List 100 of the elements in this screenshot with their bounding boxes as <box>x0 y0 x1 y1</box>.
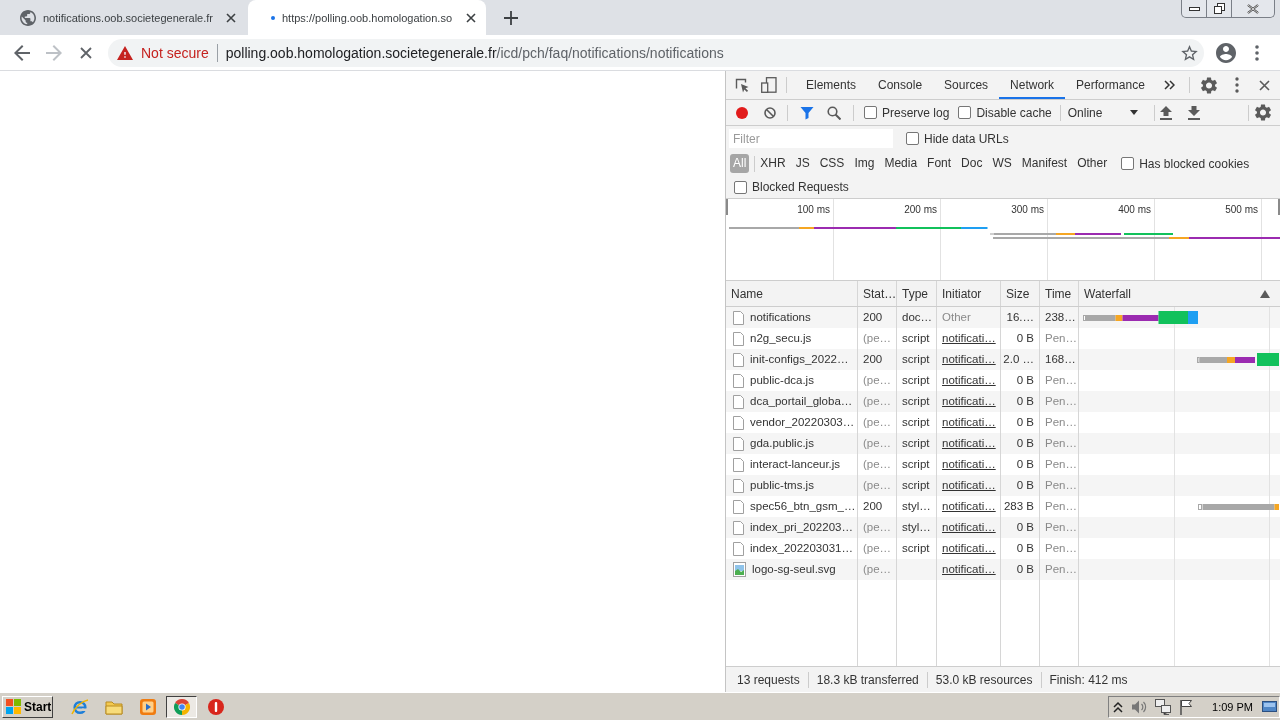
request-row[interactable]: public-tms.js (pe… script notificati… 0 B Pen… <box>726 475 1280 496</box>
address-bar[interactable]: Not secure polling.oob.homologation.societegenerale.fr/icd/pch/faq/notifications/notifications <box>108 38 1204 67</box>
clock-text[interactable]: 1:09 PM <box>1212 700 1253 713</box>
security-label[interactable]: Not secure <box>141 44 209 61</box>
column-header[interactable]: Initiator <box>937 281 1001 306</box>
network-icon[interactable] <box>1155 698 1172 715</box>
file-name: index_202203031… <box>750 541 853 556</box>
download-icon[interactable] <box>1187 105 1200 120</box>
type-filter-button[interactable]: Media <box>879 154 923 173</box>
profile-avatar-icon[interactable] <box>1216 42 1236 63</box>
file-name: public-tms.js <box>750 478 814 493</box>
show-desktop-icon[interactable] <box>1262 701 1277 712</box>
type-filter-button[interactable]: Manifest <box>1016 154 1073 173</box>
settings-icon[interactable] <box>1255 104 1271 121</box>
sort-arrow-icon[interactable] <box>1260 290 1270 298</box>
request-row[interactable]: gda.public.js (pe… script notificati… 0 B Pen… <box>726 433 1280 454</box>
inspect-element-icon[interactable] <box>734 77 750 93</box>
status-text: 18.3 kB transferred <box>816 672 919 687</box>
checkbox-label[interactable]: Hide data URLs <box>924 131 1009 146</box>
filter-input[interactable]: Filter <box>729 129 893 148</box>
type-filter-button[interactable]: Other <box>1072 154 1113 173</box>
type-filter-button[interactable]: XHR <box>755 154 791 173</box>
file-name: init-configs_2022… <box>750 352 849 367</box>
status-text: Finish: 412 ms <box>1049 672 1128 687</box>
settings-icon[interactable] <box>1201 76 1217 94</box>
image-file-icon <box>733 562 746 577</box>
file-name: notifications <box>750 310 811 325</box>
star-icon[interactable] <box>1181 44 1198 61</box>
file-icon <box>733 394 744 409</box>
back-arrow-icon[interactable] <box>14 44 30 61</box>
menu-icon[interactable] <box>1255 44 1259 61</box>
range-handle[interactable] <box>726 199 728 215</box>
close-icon[interactable] <box>226 12 236 23</box>
close-icon[interactable] <box>1259 79 1270 91</box>
checkbox[interactable] <box>734 180 747 194</box>
panel-tab[interactable]: Elements <box>795 71 868 99</box>
column-header[interactable]: Type <box>897 281 937 306</box>
devices-icon[interactable] <box>761 77 777 93</box>
file-icon <box>733 436 744 451</box>
file-icon <box>733 310 744 325</box>
search-icon[interactable] <box>827 105 841 120</box>
file-name: vendor_20220303… <box>750 415 855 430</box>
flag-icon[interactable] <box>1179 698 1194 715</box>
file-name: dca_portail_globa… <box>750 394 853 409</box>
range-handle[interactable] <box>1278 199 1280 215</box>
checkbox[interactable] <box>958 106 972 119</box>
url-text[interactable]: polling.oob.homologation.societegenerale.fr/icd/pch/faq/notifications/notifications <box>225 44 724 61</box>
checkbox-label[interactable]: Disable cache <box>976 105 1052 120</box>
checkbox-label[interactable]: Blocked Requests <box>752 180 849 194</box>
start-button[interactable]: Start <box>2 695 53 718</box>
chevron-up-icon[interactable] <box>1113 700 1124 713</box>
panel-tab[interactable]: Performance <box>1065 71 1156 99</box>
type-filter-button[interactable]: Doc <box>956 154 988 173</box>
request-row[interactable]: init-configs_2022… 200 script notificati… 2.0 … 168… <box>726 349 1280 370</box>
upload-icon[interactable] <box>1159 105 1172 120</box>
checkbox-label[interactable]: Preserve log <box>882 105 950 120</box>
cross-icon[interactable] <box>80 46 92 59</box>
checkbox[interactable] <box>906 132 919 145</box>
column-header[interactable]: Waterfall <box>1079 281 1280 306</box>
type-filter-button[interactable]: Img <box>849 154 880 173</box>
browser-tab[interactable]: notifications.oob.societegenerale.fr <box>8 0 246 35</box>
panel-tab[interactable]: Console <box>867 71 934 99</box>
column-header[interactable]: Size <box>1001 281 1040 306</box>
throttling-select[interactable]: Online <box>1067 105 1138 120</box>
request-row[interactable]: index_pri_202203… (pe… styl… notificati… 0 B Pen… <box>726 517 1280 538</box>
restore-icon <box>1213 3 1225 14</box>
warning-icon <box>117 45 133 60</box>
minimize-icon <box>1188 6 1200 11</box>
checkbox-label[interactable]: Has blocked cookies <box>1139 156 1250 171</box>
type-filter-button[interactable]: JS <box>790 154 815 173</box>
double-chevron-icon[interactable] <box>1163 80 1175 90</box>
file-name: public-dca.js <box>750 373 814 388</box>
four-squares-logo-icon <box>6 699 21 714</box>
file-icon <box>733 457 744 472</box>
taskbar-button[interactable] <box>166 695 197 718</box>
file-name: gda.public.js <box>750 436 814 451</box>
record-icon[interactable] <box>736 106 748 119</box>
file-icon <box>733 478 744 493</box>
panel-tab[interactable]: Network <box>999 71 1066 99</box>
new-tab-icon[interactable] <box>504 10 518 25</box>
circle-slash-icon[interactable] <box>764 106 776 119</box>
type-filter-button[interactable]: CSS <box>814 154 850 173</box>
request-row[interactable]: logo-sg-seul.svg (pe… notificati… 0 B Pen… <box>726 559 1280 580</box>
column-header[interactable]: Time <box>1040 281 1079 306</box>
column-header[interactable]: Name <box>726 281 858 306</box>
request-row[interactable]: dca_portail_globa… (pe… script notificati… 0 B Pen… <box>726 391 1280 412</box>
checkbox[interactable] <box>1121 157 1135 170</box>
type-filter-button[interactable]: Font <box>922 154 957 173</box>
close-icon[interactable] <box>466 12 476 23</box>
filter-icon[interactable] <box>800 105 814 120</box>
speaker-icon[interactable] <box>1131 698 1148 715</box>
checkbox[interactable] <box>864 106 877 119</box>
browser-tab[interactable]: https://polling.oob.homologation.so <box>248 0 486 35</box>
more-options-icon[interactable] <box>1235 77 1239 93</box>
column-header[interactable]: Stat… <box>858 281 897 306</box>
request-row[interactable]: notifications 200 doc… Other 16.… 238… <box>726 307 1280 328</box>
media-player-icon <box>139 698 156 715</box>
panel-tab[interactable]: Sources <box>933 71 1000 99</box>
status-text: 13 requests <box>737 672 800 687</box>
type-filter-button[interactable]: WS <box>987 154 1017 173</box>
